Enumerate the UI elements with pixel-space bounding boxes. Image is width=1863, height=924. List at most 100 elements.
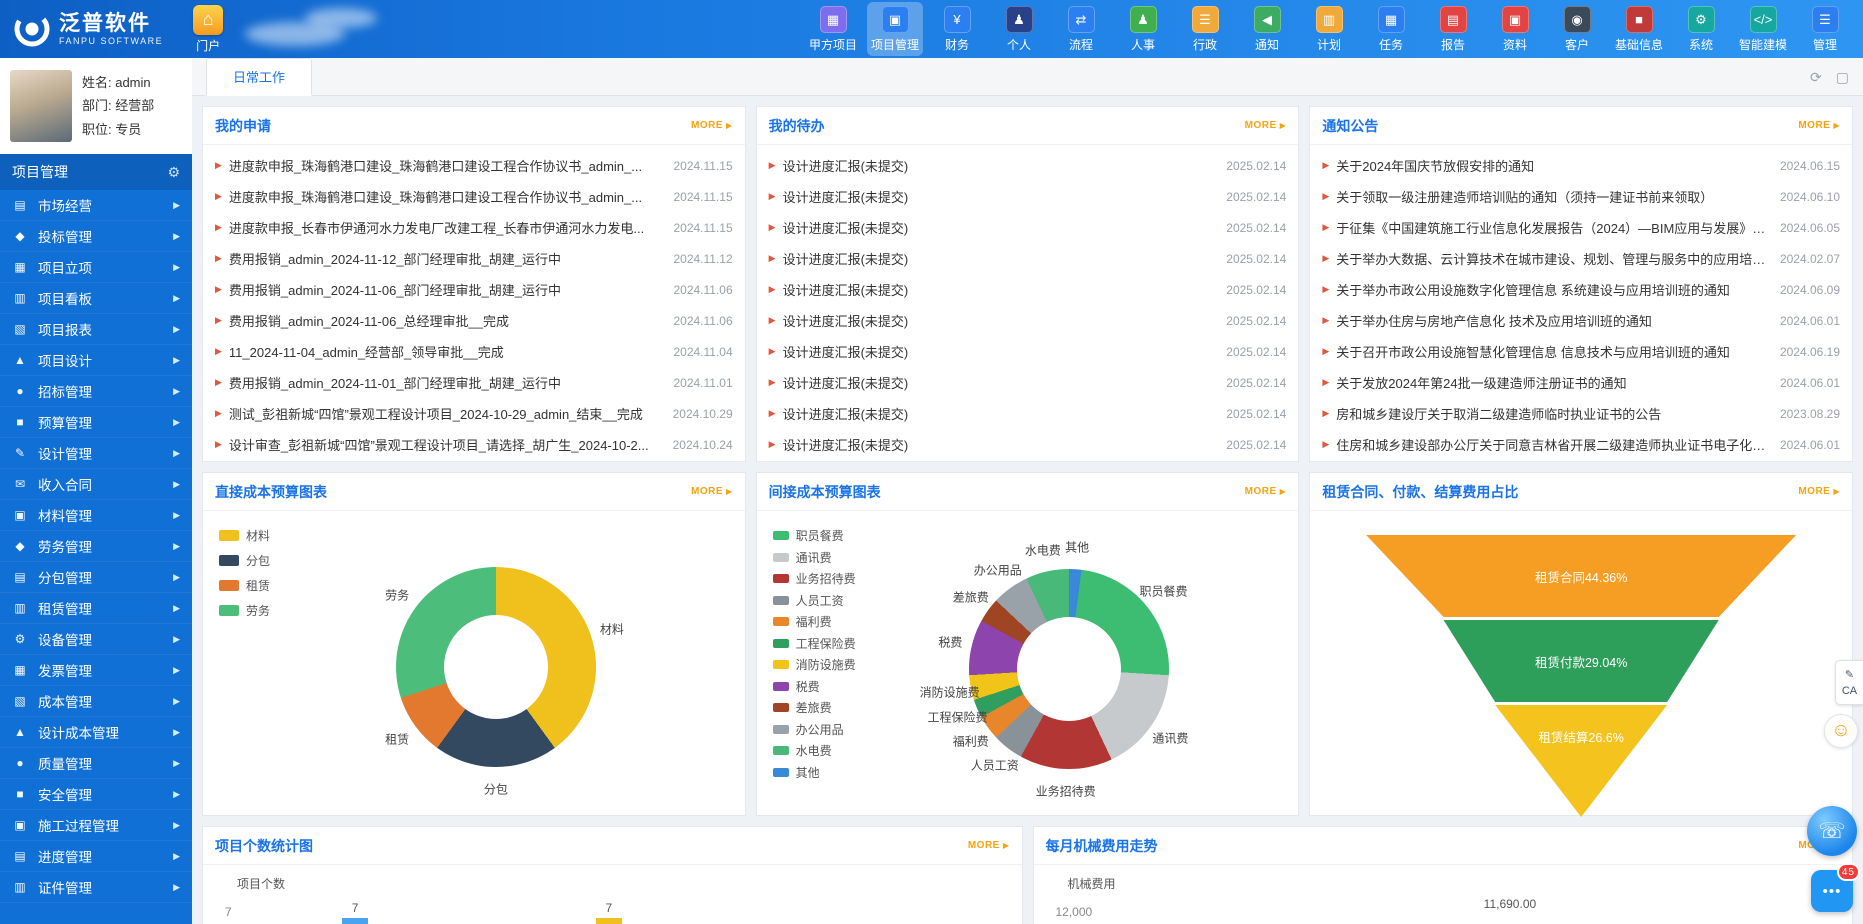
list-item[interactable]: ▶测试_彭祖新城“四馆”景观工程设计项目_2024-10-29_admin_结束… [215, 398, 733, 429]
list-item[interactable]: ▶设计进度汇报(未提交)2025.02.14 [769, 305, 1287, 336]
list-item[interactable]: ▶设计进度汇报(未提交)2025.02.14 [769, 367, 1287, 398]
more-link[interactable]: MORE▶ [1245, 120, 1287, 131]
legend-item[interactable]: 租赁 [219, 577, 270, 594]
sidebar-item-construction-process[interactable]: ▣施工过程管理▶ [0, 810, 192, 841]
legend-item[interactable]: 差旅费 [773, 699, 856, 716]
funnel-slice[interactable]: 租赁结算26.6% [1366, 705, 1796, 817]
list-item[interactable]: ▶住房和城乡建设部办公厅关于同意吉林省开展二级建造师执业证书电子化试点...20… [1322, 429, 1840, 460]
list-item[interactable]: ▶设计进度汇报(未提交)2025.02.14 [769, 336, 1287, 367]
list-item[interactable]: ▶关于举办市政公用设施数字化管理信息 系统建设与应用培训班的通知2024.06.… [1322, 274, 1840, 305]
topnav-item-customer[interactable]: ◉客户 [1549, 2, 1605, 56]
list-item[interactable]: ▶设计进度汇报(未提交)2025.02.14 [769, 274, 1287, 305]
sidebar-item-rental[interactable]: ▥租赁管理▶ [0, 593, 192, 624]
topnav-item-base-info[interactable]: ■基础信息 [1611, 2, 1667, 56]
sidebar-item-cost[interactable]: ▧成本管理▶ [0, 686, 192, 717]
sidebar-item-equipment[interactable]: ⚙设备管理▶ [0, 624, 192, 655]
list-item[interactable]: ▶设计进度汇报(未提交)2025.02.14 [769, 212, 1287, 243]
chat-button[interactable]: ••• 45 [1811, 870, 1853, 912]
sidebar-item-market[interactable]: ▤市场经营▶ [0, 190, 192, 221]
list-item[interactable]: ▶进度款申报_长春市伊通河水力发电厂改建工程_长春市伊通河水力发电...2024… [215, 212, 733, 243]
sidebar-item-project-report[interactable]: ▧项目报表▶ [0, 314, 192, 345]
list-item[interactable]: ▶设计进度汇报(未提交)2025.02.14 [769, 429, 1287, 460]
donut-chart[interactable]: 材料分包租赁劳务 [396, 567, 596, 767]
funnel-slice[interactable]: 租赁付款29.04% [1366, 620, 1796, 702]
legend-item[interactable]: 劳务 [219, 602, 270, 619]
list-item[interactable]: ▶设计审查_彭祖新城“四馆”景观工程设计项目_请选择_胡广生_2024-10-2… [215, 429, 733, 460]
list-item[interactable]: ▶设计进度汇报(未提交)2025.02.14 [769, 181, 1287, 212]
feedback-smiley-button[interactable]: ☺ [1824, 714, 1858, 748]
sidebar-item-tender[interactable]: ●招标管理▶ [0, 376, 192, 407]
topnav-item-client-projects[interactable]: ▦甲方项目 [805, 2, 861, 56]
machine-cost-line-chart[interactable]: 机械费用 12,000 11,690.00 [1034, 865, 1853, 924]
list-item[interactable]: ▶设计进度汇报(未提交)2025.02.14 [769, 243, 1287, 274]
sidebar-item-project-board[interactable]: ▥项目看板▶ [0, 283, 192, 314]
sidebar-item-bidding[interactable]: ◆投标管理▶ [0, 221, 192, 252]
legend-item[interactable]: 人员工资 [773, 592, 856, 609]
topnav-item-report[interactable]: ▤报告 [1425, 2, 1481, 56]
legend-item[interactable]: 业务招待费 [773, 570, 856, 587]
list-item[interactable]: ▶费用报销_admin_2024-11-06_部门经理审批_胡建_运行中2024… [215, 274, 733, 305]
topnav-item-manage[interactable]: ☰管理 [1797, 2, 1853, 56]
sidebar-item-income-contract[interactable]: ✉收入合同▶ [0, 469, 192, 500]
legend-item[interactable]: 其他 [773, 764, 856, 781]
bar[interactable]: 7 [596, 901, 622, 924]
tab-daily-work[interactable]: 日常工作 [206, 58, 312, 96]
list-item[interactable]: ▶进度款申报_珠海鹤港口建设_珠海鹤港口建设工程合作协议书_admin_...2… [215, 181, 733, 212]
more-link[interactable]: MORE▶ [1798, 120, 1840, 131]
sidebar-item-certificate[interactable]: ▥证件管理▶ [0, 872, 192, 903]
bar[interactable]: 7 [342, 901, 368, 924]
list-item[interactable]: ▶关于发放2024年第24批一级建造师注册证书的通知2024.06.01 [1322, 367, 1840, 398]
service-hotline-button[interactable]: ☏ [1807, 806, 1857, 856]
legend-item[interactable]: 分包 [219, 552, 270, 569]
funnel-slice[interactable]: 租赁合同44.36% [1366, 535, 1796, 617]
sidebar-item-budget[interactable]: ■预算管理▶ [0, 407, 192, 438]
refresh-icon[interactable]: ⟳ [1810, 69, 1822, 86]
logo[interactable]: 泛普软件 FANPU SOFTWARE [14, 11, 163, 47]
legend-item[interactable]: 福利费 [773, 613, 856, 630]
list-item[interactable]: ▶关于召开市政公用设施智慧化管理信息 信息技术与应用培训班的通知2024.06.… [1322, 336, 1840, 367]
sidebar-item-quality[interactable]: ●质量管理▶ [0, 748, 192, 779]
topnav-item-hr[interactable]: ♟人事 [1115, 2, 1171, 56]
sidebar-item-subcontract[interactable]: ▤分包管理▶ [0, 562, 192, 593]
legend-item[interactable]: 办公用品 [773, 721, 856, 738]
sidebar-item-safety[interactable]: ■安全管理▶ [0, 779, 192, 810]
list-item[interactable]: ▶进度款申报_珠海鹤港口建设_珠海鹤港口建设工程合作协议书_admin_...2… [215, 150, 733, 181]
legend-item[interactable]: 工程保险费 [773, 635, 856, 652]
sidebar-item-material[interactable]: ▣材料管理▶ [0, 500, 192, 531]
list-item[interactable]: ▶于征集《中国建筑施工行业信息化发展报告（2024）—BIM应用与发展》材料..… [1322, 212, 1840, 243]
topnav-item-modeling[interactable]: </>智能建模 [1735, 2, 1791, 56]
more-link[interactable]: MORE▶ [1798, 486, 1840, 497]
nav-portal[interactable]: ⌂ 门户 [193, 5, 223, 54]
list-item[interactable]: ▶费用报销_admin_2024-11-01_部门经理审批_胡建_运行中2024… [215, 367, 733, 398]
list-item[interactable]: ▶关于举办大数据、云计算技术在城市建设、规划、管理与服务中的应用培训班...20… [1322, 243, 1840, 274]
list-item[interactable]: ▶费用报销_admin_2024-11-12_部门经理审批_胡建_运行中2024… [215, 243, 733, 274]
more-link[interactable]: MORE▶ [968, 840, 1010, 851]
topnav-item-workflow[interactable]: ⇄流程 [1053, 2, 1109, 56]
project-count-bar-chart[interactable]: 项目个数 7 77 [203, 865, 1022, 924]
topnav-item-system[interactable]: ⚙系统 [1673, 2, 1729, 56]
list-item[interactable]: ▶关于2024年国庆节放假安排的通知2024.06.15 [1322, 150, 1840, 181]
sidebar-item-design-cost[interactable]: ▲设计成本管理▶ [0, 717, 192, 748]
topnav-item-document[interactable]: ▣资料 [1487, 2, 1543, 56]
legend-item[interactable]: 税费 [773, 678, 856, 695]
topnav-item-finance[interactable]: ¥财务 [929, 2, 985, 56]
sidebar-item-labor[interactable]: ◆劳务管理▶ [0, 531, 192, 562]
legend-item[interactable]: 水电费 [773, 742, 856, 759]
legend-item[interactable]: 职员餐费 [773, 527, 856, 544]
topnav-item-project-mgmt[interactable]: ▣项目管理 [867, 2, 923, 56]
sidebar-item-project-design[interactable]: ▲项目设计▶ [0, 345, 192, 376]
legend-item[interactable]: 材料 [219, 527, 270, 544]
more-link[interactable]: MORE▶ [691, 486, 733, 497]
more-link[interactable]: MORE▶ [691, 120, 733, 131]
topnav-item-task[interactable]: ▦任务 [1363, 2, 1419, 56]
list-item[interactable]: ▶费用报销_admin_2024-11-06_总经理审批__完成2024.11.… [215, 305, 733, 336]
ca-signature-widget[interactable]: ✎ CA [1835, 660, 1863, 705]
list-item[interactable]: ▶房和城乡建设厅关于取消二级建造师临时执业证书的公告2023.08.29 [1322, 398, 1840, 429]
legend-item[interactable]: 通讯费 [773, 549, 856, 566]
sidebar-item-project-initiation[interactable]: ▦项目立项▶ [0, 252, 192, 283]
list-item[interactable]: ▶设计进度汇报(未提交)2025.02.14 [769, 398, 1287, 429]
list-item[interactable]: ▶关于举办住房与房地产信息化 技术及应用培训班的通知2024.06.01 [1322, 305, 1840, 336]
legend-item[interactable]: 消防设施费 [773, 656, 856, 673]
sidebar-item-progress[interactable]: ▤进度管理▶ [0, 841, 192, 872]
fullscreen-icon[interactable]: ▢ [1836, 69, 1849, 86]
